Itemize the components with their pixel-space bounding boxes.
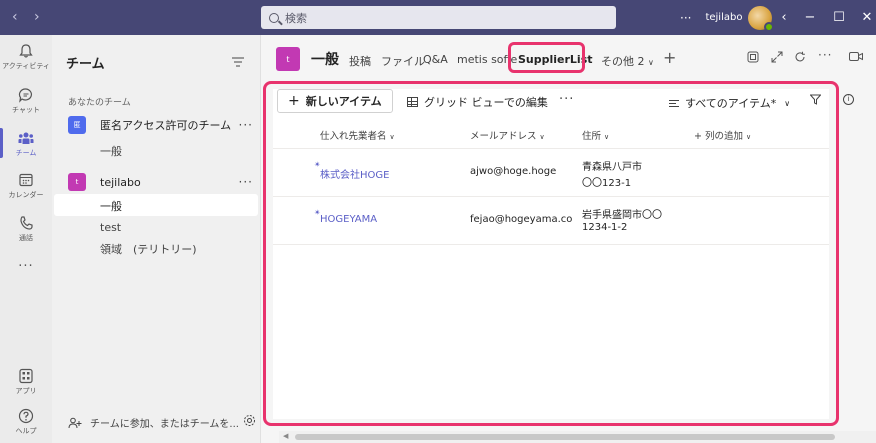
scroll-left-icon[interactable]: ◀: [283, 432, 288, 440]
title-bar: ‹ › 検索 ··· tejilabo ‹ − ☐ ✕: [0, 0, 876, 35]
rail-more[interactable]: ···: [0, 259, 52, 274]
section-label: あなたのチーム: [68, 98, 131, 108]
minimize-button[interactable]: −: [794, 10, 826, 25]
join-team-icon: [68, 417, 82, 428]
info-icon[interactable]: i: [843, 94, 854, 105]
add-tab-button[interactable]: +: [663, 48, 676, 67]
tab-options-icon[interactable]: [747, 51, 759, 63]
more-options-icon[interactable]: ···: [239, 175, 253, 189]
content-highlight: [263, 81, 839, 426]
channel-item[interactable]: 領域 (テリトリー): [100, 241, 197, 257]
more-options-icon[interactable]: ···: [818, 48, 832, 62]
team-name: tejilabo: [100, 175, 141, 189]
tab-posts[interactable]: 投稿: [349, 53, 371, 69]
help-icon: [18, 408, 34, 424]
search-icon: [269, 12, 279, 23]
rail-label: チャット: [12, 106, 40, 114]
video-icon[interactable]: [849, 51, 863, 62]
teams-panel: チーム あなたのチーム 匿 匿名アクセス許可のチーム ··· 一般 t teji…: [52, 35, 261, 443]
tab-more[interactable]: その他 2 ∨: [601, 53, 654, 69]
rail-label: 通話: [19, 234, 33, 242]
channel-item[interactable]: test: [100, 221, 121, 234]
channel-name: 一般: [311, 52, 339, 68]
filter-icon[interactable]: [232, 57, 244, 67]
tab-more-label: その他 2: [601, 55, 645, 68]
channel-item[interactable]: 一般: [100, 143, 122, 159]
channel-active-bg: [54, 194, 258, 216]
team-item-tejilabo[interactable]: t tejilabo ···: [68, 170, 253, 194]
rail-item-help[interactable]: ヘルプ: [0, 408, 52, 436]
rail-label: チーム: [15, 149, 37, 157]
tab-highlight: [508, 42, 585, 73]
rail-item-calendar[interactable]: カレンダー: [0, 172, 52, 200]
search-placeholder: 検索: [285, 11, 307, 25]
main-area: t 一般 投稿 ファイル Q&A metis sofie SupplierLis…: [261, 35, 876, 443]
maximize-button[interactable]: ☐: [826, 10, 852, 25]
back-window-button[interactable]: ‹: [774, 10, 794, 25]
rail-item-activity[interactable]: アクティビティ: [0, 43, 52, 71]
scrollbar-thumb[interactable]: [295, 434, 835, 440]
team-avatar: 匿: [68, 116, 86, 134]
team-name: 匿名アクセス許可のチーム: [100, 119, 232, 132]
forward-icon[interactable]: ›: [34, 9, 40, 25]
horizontal-scrollbar[interactable]: ◀: [279, 431, 876, 443]
panel-title: チーム: [66, 57, 105, 72]
rail-label: アプリ: [15, 387, 37, 395]
join-team-button[interactable]: チームに参加、またはチームを...: [68, 415, 258, 430]
refresh-icon[interactable]: [794, 51, 806, 63]
join-team-label: チームに参加、またはチームを...: [90, 419, 239, 430]
team-avatar: t: [68, 173, 86, 191]
rail-label: アクティビティ: [2, 62, 50, 70]
search-input[interactable]: 検索: [261, 6, 616, 29]
team-item-anonymous[interactable]: 匿 匿名アクセス許可のチーム ···: [68, 113, 253, 137]
rail-item-calls[interactable]: 通話: [0, 215, 52, 243]
expand-icon[interactable]: [771, 51, 783, 63]
phone-icon: [20, 216, 33, 230]
rail-item-teams[interactable]: チーム: [0, 128, 52, 158]
teams-icon: [18, 132, 34, 144]
rail-item-apps[interactable]: アプリ: [0, 368, 52, 396]
back-icon[interactable]: ‹: [12, 9, 18, 25]
rail-label: カレンダー: [8, 191, 44, 199]
more-options-icon[interactable]: ···: [680, 11, 691, 25]
channel-header: t 一般 投稿 ファイル Q&A metis sofie SupplierLis…: [261, 35, 876, 83]
tab-files[interactable]: ファイル: [381, 53, 425, 69]
more-options-icon[interactable]: ···: [239, 118, 253, 132]
bell-icon: [19, 44, 33, 58]
calendar-icon: [19, 173, 33, 187]
avatar[interactable]: [748, 5, 775, 32]
channel-avatar: t: [276, 47, 300, 71]
rail-label: ヘルプ: [15, 427, 37, 435]
tab-qna[interactable]: Q&A: [423, 53, 448, 66]
chevron-down-icon: ∨: [648, 58, 654, 67]
chat-icon: [18, 88, 32, 103]
presence-icon: [764, 21, 775, 32]
gear-icon[interactable]: [243, 414, 256, 427]
app-rail: アクティビティ チャット チーム カレンダー 通話 ··· アプリ ヘルプ: [0, 35, 52, 443]
close-button[interactable]: ✕: [852, 10, 876, 25]
user-name: tejilabo: [705, 12, 743, 23]
channel-item-active[interactable]: 一般: [100, 198, 122, 214]
apps-icon: [19, 368, 33, 384]
more-icon: ···: [18, 259, 34, 274]
rail-item-chat[interactable]: チャット: [0, 87, 52, 115]
